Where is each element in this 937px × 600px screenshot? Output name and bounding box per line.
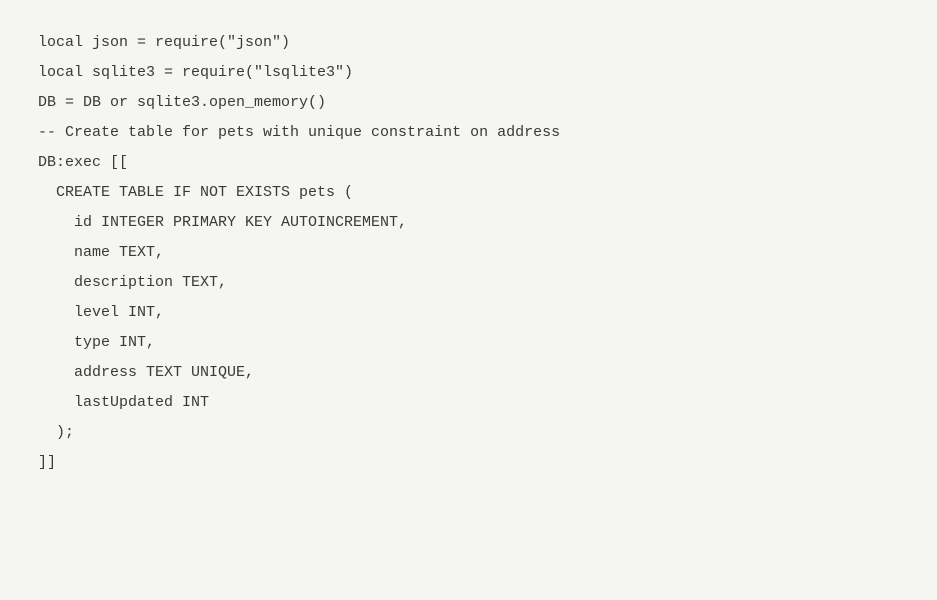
- code-line: DB = DB or sqlite3.open_memory(): [38, 88, 899, 118]
- code-line: type INT,: [38, 328, 899, 358]
- code-line: -- Create table for pets with unique con…: [38, 118, 899, 148]
- code-line: CREATE TABLE IF NOT EXISTS pets (: [38, 178, 899, 208]
- code-line: name TEXT,: [38, 238, 899, 268]
- code-line: local json = require("json"): [38, 28, 899, 58]
- code-line: id INTEGER PRIMARY KEY AUTOINCREMENT,: [38, 208, 899, 238]
- code-line: ]]: [38, 448, 899, 478]
- code-line: lastUpdated INT: [38, 388, 899, 418]
- code-line: );: [38, 418, 899, 448]
- code-line: DB:exec [[: [38, 148, 899, 178]
- code-line: description TEXT,: [38, 268, 899, 298]
- code-block: local json = require("json")local sqlite…: [38, 28, 899, 478]
- code-line: local sqlite3 = require("lsqlite3"): [38, 58, 899, 88]
- code-line: level INT,: [38, 298, 899, 328]
- code-line: address TEXT UNIQUE,: [38, 358, 899, 388]
